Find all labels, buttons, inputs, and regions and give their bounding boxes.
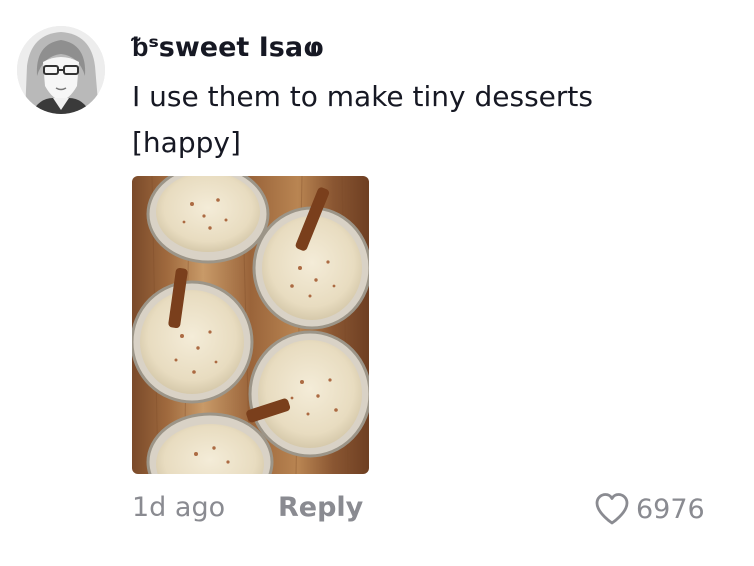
- avatar-illustration: [17, 26, 105, 114]
- like-button[interactable]: 6976: [594, 492, 705, 526]
- dessert-photo: [132, 176, 369, 474]
- avatar[interactable]: [17, 26, 105, 114]
- comment-item: ᵬˢsweet Isaⱷ I use them to make tiny des…: [0, 0, 754, 566]
- heart-outline-icon: [595, 493, 629, 525]
- comment-timestamp: 1d ago: [132, 492, 226, 523]
- comment-text: I use them to make tiny desserts [happy]: [132, 80, 593, 159]
- reply-button[interactable]: Reply: [278, 492, 363, 523]
- comment-image[interactable]: [132, 176, 369, 474]
- username[interactable]: ᵬˢsweet Isaⱷ: [132, 32, 324, 63]
- like-count: 6976: [636, 493, 705, 525]
